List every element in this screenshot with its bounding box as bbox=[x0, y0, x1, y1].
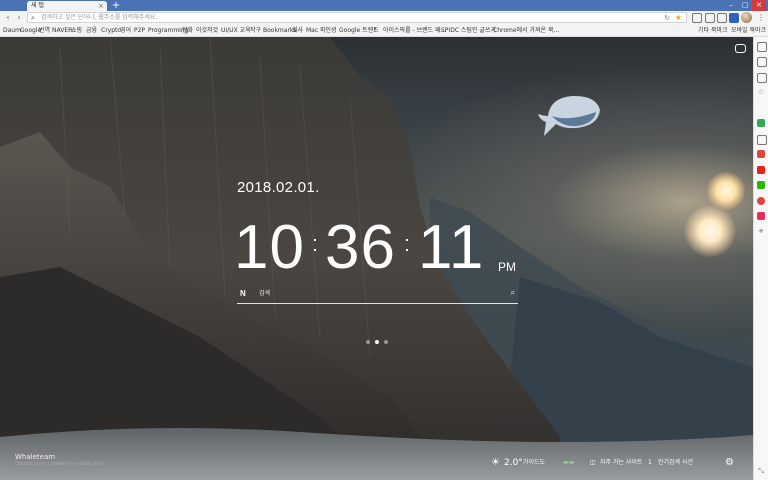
weather-desc: 가이드도 bbox=[523, 459, 546, 466]
reload-icon[interactable]: ↻ bbox=[664, 13, 670, 23]
forward-button[interactable]: › bbox=[14, 13, 24, 23]
new-tab-page: 2018.02.01. 10 36 11 PM N 검색 ⌕ Whaleteam… bbox=[0, 37, 753, 480]
bookmark-item[interactable]: f bbox=[374, 25, 376, 36]
air-quality-indicator: ▬▬ bbox=[563, 459, 575, 466]
bookmark-item[interactable]: SPIDC 스팀인 글쓰기 bbox=[441, 25, 496, 36]
bookmark-item[interactable]: Mac bbox=[306, 25, 318, 36]
tab-strip: 새 탭 × + – ▢ ✕ bbox=[0, 0, 768, 11]
tab-title: 새 탭 bbox=[31, 2, 44, 9]
panel-pin-icon[interactable]: ⤡ bbox=[757, 467, 765, 475]
bookmark-star-icon[interactable]: ★ bbox=[675, 13, 682, 23]
bookmark-item[interactable]: Crypto bbox=[101, 25, 121, 36]
settings-gear-icon[interactable]: ⚙ bbox=[725, 457, 734, 469]
clock-ampm: PM bbox=[498, 260, 516, 274]
search-icon: ⌕ bbox=[31, 14, 35, 22]
bookmark-item[interactable]: 번역 bbox=[39, 25, 50, 36]
date-display: 2018.02.01. bbox=[237, 179, 320, 196]
search-label: 검색 bbox=[259, 290, 271, 297]
address-bar[interactable]: ⌕ 검색하고 싶은 단어나, 웹주소를 입력해주세요. ↻ ★ bbox=[27, 12, 687, 23]
bookmark-item[interactable]: P2P bbox=[134, 25, 145, 36]
music-icon[interactable] bbox=[757, 212, 765, 220]
star-icon[interactable]: ☆ bbox=[757, 88, 765, 96]
bookmarks-bar: Daum Google 번역 NAVER 쇼핑 금융 Crypto 영어 P2P… bbox=[0, 25, 768, 37]
bookmark-item[interactable]: Google bbox=[20, 25, 41, 36]
wallpaper-credit-title[interactable]: Whaleteam bbox=[15, 453, 55, 461]
maximize-button[interactable]: ▢ bbox=[738, 0, 752, 11]
record-icon[interactable] bbox=[757, 197, 765, 205]
search-box[interactable]: N 검색 ⌕ bbox=[237, 286, 518, 304]
sidebar-toggle-icon[interactable] bbox=[729, 13, 739, 23]
bookmark-item[interactable]: 금융 bbox=[86, 25, 97, 36]
minimize-button[interactable]: – bbox=[724, 0, 738, 11]
youtube-icon[interactable] bbox=[757, 166, 765, 174]
bookmark-item[interactable]: NAVER bbox=[52, 25, 72, 36]
weather-sun-icon: ☀ bbox=[491, 457, 500, 468]
add-icon[interactable]: + bbox=[757, 227, 765, 235]
reading-mode-icon[interactable] bbox=[717, 13, 727, 23]
wallpaper-credit-sub: Double suns / planet in a dark land bbox=[15, 461, 103, 467]
page-dot[interactable] bbox=[366, 340, 370, 344]
calendar-icon[interactable] bbox=[757, 119, 765, 127]
menu-icon[interactable]: ⋮ bbox=[757, 12, 765, 24]
side-panel: ☆ + ⤡ bbox=[753, 37, 768, 480]
avatar[interactable] bbox=[741, 12, 752, 23]
zoom-icon[interactable] bbox=[757, 42, 767, 52]
search-icon[interactable]: ⌕ bbox=[511, 288, 515, 298]
bookmark-item[interactable]: Daum bbox=[3, 25, 21, 36]
page-dot[interactable] bbox=[384, 340, 388, 344]
new-tab-button[interactable]: + bbox=[111, 1, 121, 11]
bookmark-item[interactable]: 회사 bbox=[292, 25, 303, 36]
papago-icon[interactable] bbox=[757, 150, 765, 158]
whale-icon bbox=[538, 95, 600, 136]
weather-temp[interactable]: 2.0° bbox=[504, 457, 523, 469]
bookmark-item[interactable]: 작구 bbox=[250, 25, 261, 36]
bookmark-item[interactable]: 전화 bbox=[182, 25, 193, 36]
bookmark-item[interactable]: 쇼핑 bbox=[71, 25, 82, 36]
frequent-sites-link[interactable]: 자주 가는 사이트 bbox=[600, 457, 642, 469]
trending-count: 1 bbox=[648, 459, 652, 466]
sun-large bbox=[684, 205, 736, 257]
bookmark-item[interactable]: Google 트렌드 bbox=[339, 25, 379, 36]
clipboard-icon[interactable] bbox=[757, 135, 767, 145]
page-indicator bbox=[366, 340, 388, 344]
bookmark-item[interactable]: Chrome에서 가져온 북... bbox=[493, 25, 559, 36]
clock-hours: 10 bbox=[234, 213, 305, 282]
extension-icon[interactable] bbox=[692, 13, 702, 23]
bookmark-item[interactable]: 파인셩 bbox=[320, 25, 337, 36]
bookmark-item[interactable]: 이것저것 bbox=[196, 25, 218, 36]
bookmark-folder-other[interactable]: 기타 북마크 bbox=[698, 25, 728, 36]
trending-link[interactable]: 인기검색 사건 bbox=[658, 457, 693, 469]
pocket-icon[interactable] bbox=[757, 73, 767, 83]
note-icon[interactable] bbox=[757, 57, 767, 67]
clock-colon bbox=[314, 239, 316, 253]
bookmark-folder-mobile[interactable]: 모바일 북마크 bbox=[731, 25, 766, 36]
bookmark-item[interactable]: 영어 bbox=[120, 25, 131, 36]
frequent-sites-icon: ◫ bbox=[590, 459, 596, 466]
tab-new-tab[interactable]: 새 탭 × bbox=[27, 1, 107, 11]
naver-logo-icon: N bbox=[240, 289, 246, 298]
chat-icon[interactable] bbox=[735, 44, 746, 53]
clock-minutes: 36 bbox=[325, 213, 396, 282]
tab-close-icon[interactable]: × bbox=[98, 1, 104, 11]
clock-colon bbox=[406, 239, 408, 253]
window-controls: – ▢ ✕ bbox=[724, 0, 766, 11]
bookmark-item[interactable]: UI/UX 교육 bbox=[221, 25, 251, 36]
address-placeholder: 검색하고 싶은 단어나, 웹주소를 입력해주세요. bbox=[41, 14, 158, 21]
back-button[interactable]: ‹ bbox=[3, 13, 13, 23]
line-icon[interactable] bbox=[757, 181, 765, 189]
toolbar: ‹ › ⌕ 검색하고 싶은 단어나, 웹주소를 입력해주세요. ↻ ★ ⋮ bbox=[0, 11, 768, 25]
clock-seconds: 11 bbox=[418, 213, 485, 282]
close-window-button[interactable]: ✕ bbox=[752, 0, 766, 11]
page-dot-active[interactable] bbox=[375, 340, 379, 344]
bookmark-item[interactable]: 아이스픽를 - 브랜드 패... bbox=[383, 25, 446, 36]
capture-icon[interactable] bbox=[705, 13, 715, 23]
